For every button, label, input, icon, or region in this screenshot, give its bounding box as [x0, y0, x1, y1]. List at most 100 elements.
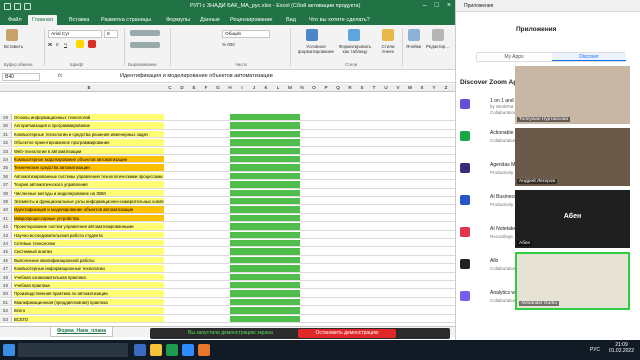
- column-header[interactable]: Z: [440, 84, 452, 91]
- highlight-cells[interactable]: [230, 273, 300, 280]
- column-header[interactable]: E: [188, 84, 200, 91]
- subject-name-cell[interactable]: Компьютерные информационные технологии: [14, 265, 164, 272]
- row-number[interactable]: 46: [0, 256, 12, 264]
- tab-my-apps[interactable]: My Apps: [477, 53, 551, 61]
- column-header[interactable]: V: [392, 84, 404, 91]
- table-row[interactable]: 41 Микропроцессорные устройства: [0, 214, 455, 223]
- row-number[interactable]: 33: [0, 147, 12, 154]
- cell-styles-icon[interactable]: [382, 29, 394, 41]
- subject-name-cell[interactable]: Компьютерное моделирование объектов авто…: [14, 156, 164, 163]
- fill-color-icon[interactable]: [76, 40, 84, 48]
- font-size-select[interactable]: 8: [104, 30, 118, 38]
- table-row[interactable]: 37 Теория автоматического управления: [0, 181, 455, 189]
- row-number[interactable]: 52: [0, 307, 12, 314]
- fx-icon[interactable]: fx: [58, 73, 62, 79]
- subject-name-cell[interactable]: Автоматизированные системы управления те…: [14, 172, 164, 180]
- subject-name-cell[interactable]: Научно-исследовательская работа студента: [14, 231, 164, 238]
- column-header[interactable]: K: [260, 84, 272, 91]
- subject-name-cell[interactable]: Численные методы и моделирование на ЭВМ: [14, 189, 164, 196]
- spreadsheet-grid[interactable]: BCDEFGHIJKLMNOPQRSTUVWXYZ 29 Основы инфор…: [0, 84, 455, 326]
- bold-button[interactable]: Ж: [48, 42, 52, 47]
- row-number[interactable]: 43: [0, 231, 12, 238]
- column-header[interactable]: H: [224, 84, 236, 91]
- font-color-icon[interactable]: [88, 40, 96, 48]
- row-number[interactable]: 31: [0, 130, 12, 138]
- column-header[interactable]: L: [272, 84, 284, 91]
- table-row[interactable]: 44 Сетевые технологии: [0, 240, 455, 248]
- font-name-select[interactable]: Arial Cyr: [48, 30, 102, 38]
- wrap-icon[interactable]: [130, 42, 160, 48]
- table-row[interactable]: 33 Web-технологии в автоматизации: [0, 147, 455, 155]
- row-number[interactable]: 44: [0, 240, 12, 247]
- participant-video[interactable]: Абен Абен: [515, 190, 630, 248]
- align-icon[interactable]: [130, 30, 160, 36]
- column-header[interactable]: B: [14, 84, 164, 91]
- highlight-cells[interactable]: [230, 248, 300, 255]
- format-table-icon[interactable]: [348, 29, 360, 41]
- row-number[interactable]: 48: [0, 273, 12, 280]
- column-header[interactable]: N: [296, 84, 308, 91]
- row-number[interactable]: 35: [0, 164, 12, 171]
- table-row[interactable]: 47 Компьютерные информационные технологии: [0, 265, 455, 273]
- row-number[interactable]: 50: [0, 290, 12, 297]
- maximize-icon[interactable]: □: [435, 2, 439, 9]
- column-header[interactable]: P: [320, 84, 332, 91]
- row-number[interactable]: 49: [0, 282, 12, 289]
- paste-button[interactable]: Вставить: [4, 44, 23, 49]
- table-row[interactable]: 30 Алгоритмизация и программирование: [0, 122, 455, 130]
- subject-name-cell[interactable]: Микропроцессорные устройства: [14, 214, 164, 222]
- subject-name-cell[interactable]: Квалификационная (преддипломная) практик…: [14, 298, 164, 306]
- row-number[interactable]: 51: [0, 298, 12, 306]
- highlight-cells[interactable]: [230, 147, 300, 154]
- table-row[interactable]: 39 Элементы и функциональные узлы информа…: [0, 198, 455, 206]
- subject-name-cell[interactable]: Компьютерные технологии и средства решен…: [14, 130, 164, 138]
- highlight-cells[interactable]: [230, 265, 300, 272]
- highlight-cells[interactable]: [230, 139, 300, 146]
- participant-video[interactable]: Андрей Легеров: [515, 128, 630, 186]
- highlight-cells[interactable]: [230, 256, 300, 264]
- column-header[interactable]: G: [212, 84, 224, 91]
- zoom-icon[interactable]: [182, 344, 194, 356]
- highlight-cells[interactable]: [230, 156, 300, 163]
- subject-name-cell[interactable]: Учебная ознакомительная практика: [14, 273, 164, 280]
- row-number[interactable]: 53: [0, 315, 12, 322]
- row-number[interactable]: 38: [0, 189, 12, 196]
- subject-name-cell[interactable]: Технические средства автоматизации: [14, 164, 164, 171]
- windows-start-icon[interactable]: [3, 344, 15, 356]
- sheet-tab[interactable]: Форма_Нанк_плана: [50, 327, 113, 337]
- stop-share-button[interactable]: Остановить демонстрацию: [298, 329, 396, 338]
- tab-file[interactable]: Файл: [4, 15, 26, 25]
- redo-icon[interactable]: [24, 3, 31, 10]
- table-row[interactable]: 52 Всего: [0, 307, 455, 315]
- cells-button[interactable]: Ячейки: [406, 44, 421, 49]
- subject-name-cell[interactable]: Web-технологии в автоматизации: [14, 147, 164, 154]
- highlight-cells[interactable]: [230, 206, 300, 213]
- subject-name-cell[interactable]: ВСЕГО: [14, 315, 164, 322]
- column-header[interactable]: T: [368, 84, 380, 91]
- tab-home[interactable]: Главная: [28, 15, 57, 25]
- subject-name-cell[interactable]: Теория автоматического управления: [14, 181, 164, 188]
- highlight-cells[interactable]: [230, 122, 300, 129]
- column-header[interactable]: S: [356, 84, 368, 91]
- table-row[interactable]: 50 Производственная практика по автоматиз…: [0, 290, 455, 298]
- editing-icon[interactable]: [432, 29, 444, 41]
- highlight-cells[interactable]: [230, 189, 300, 196]
- row-number[interactable]: 39: [0, 198, 12, 205]
- column-header[interactable]: C: [164, 84, 176, 91]
- highlight-cells[interactable]: [230, 114, 300, 121]
- subject-name-cell[interactable]: Основы информационных технологий: [14, 114, 164, 121]
- row-number[interactable]: 30: [0, 122, 12, 129]
- conditional-format-button[interactable]: Условное форматирование: [294, 44, 338, 54]
- subject-name-cell[interactable]: Проектирование систем управления автомат…: [14, 223, 164, 230]
- row-number[interactable]: 37: [0, 181, 12, 188]
- column-header[interactable]: X: [416, 84, 428, 91]
- tab-view[interactable]: Вид: [282, 15, 300, 25]
- close-icon[interactable]: ×: [447, 2, 451, 9]
- highlight-cells[interactable]: [230, 223, 300, 230]
- highlight-cells[interactable]: [230, 290, 300, 297]
- column-header[interactable]: F: [200, 84, 212, 91]
- highlight-cells[interactable]: [230, 307, 300, 314]
- highlight-cells[interactable]: [230, 130, 300, 138]
- minimize-icon[interactable]: –: [423, 2, 427, 9]
- table-row[interactable]: 38 Численные методы и моделирование на ЭВ…: [0, 189, 455, 197]
